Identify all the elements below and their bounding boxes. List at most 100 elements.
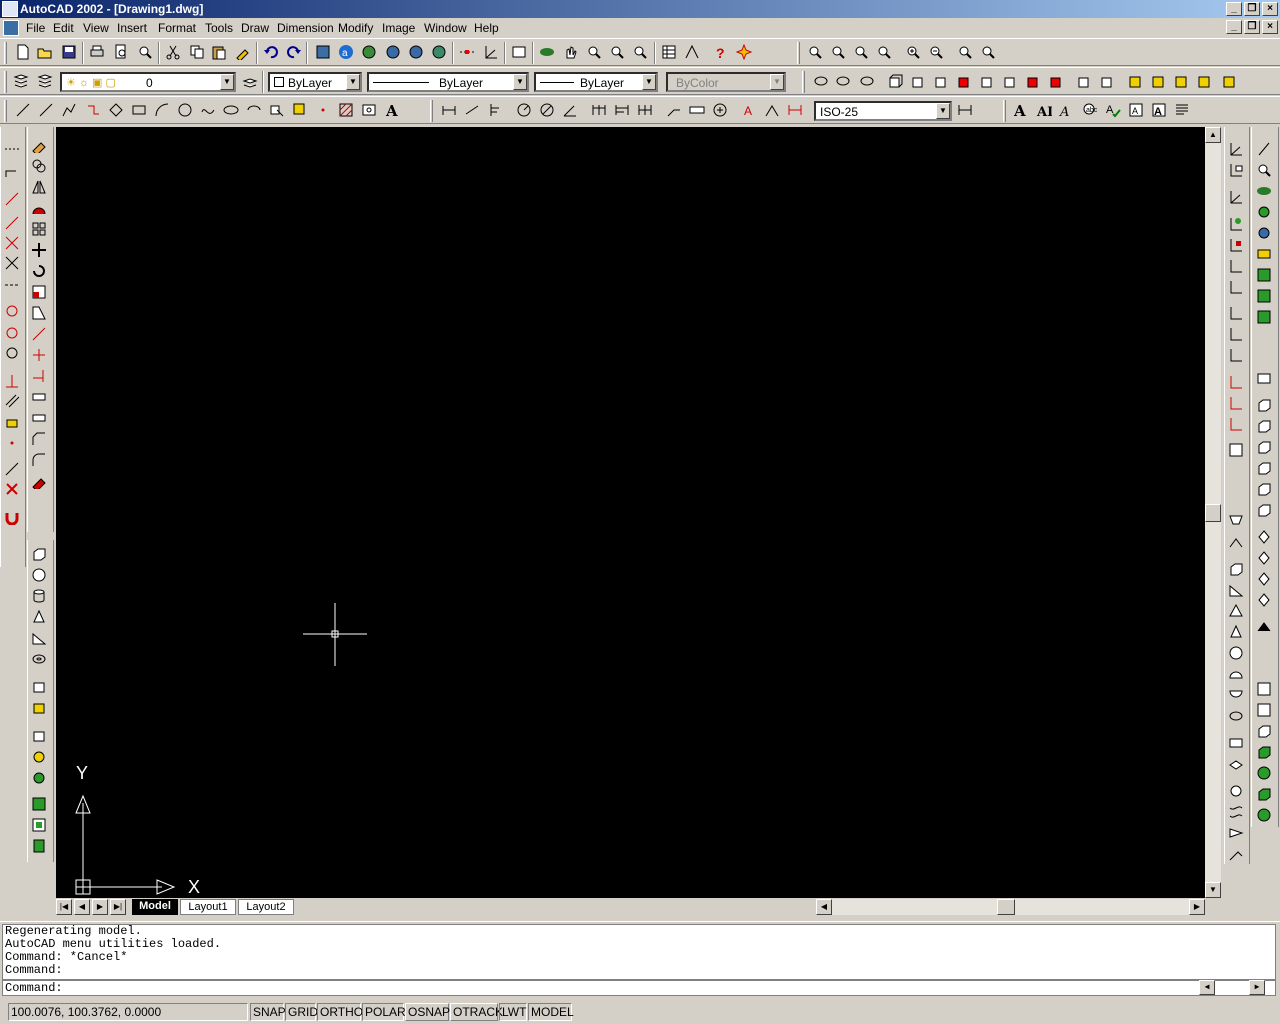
snap-none-icon[interactable] (4, 481, 22, 499)
ucs-y-icon[interactable] (1228, 347, 1246, 365)
snap-node-icon[interactable] (4, 435, 22, 453)
surface-dish-icon[interactable] (1228, 687, 1246, 705)
orbit-icon[interactable] (812, 72, 830, 90)
ucs-z-rotate-icon[interactable] (1228, 374, 1246, 392)
chevron-down-icon[interactable]: ▼ (936, 103, 950, 119)
break-at-point-icon[interactable] (31, 410, 49, 428)
zoom-scale-icon[interactable] (852, 43, 870, 61)
web-point-b-icon[interactable] (407, 43, 425, 61)
save-icon[interactable] (60, 43, 78, 61)
dimension-style-icon[interactable] (956, 101, 974, 119)
view-ne-iso-icon[interactable] (1075, 72, 1093, 90)
realtime-pan-icon[interactable] (538, 43, 556, 61)
menu-draw[interactable]: Draw (241, 21, 269, 35)
view-sw-iso-icon[interactable] (1024, 72, 1042, 90)
lengthen-icon[interactable] (31, 326, 49, 344)
snap-apparent-intersection-icon[interactable] (4, 255, 22, 273)
erase-icon[interactable] (31, 137, 49, 156)
scroll-right-arrow[interactable]: ▶ (1189, 899, 1205, 915)
snap-midpoint-icon[interactable] (4, 215, 22, 233)
clean-icon[interactable] (1256, 702, 1274, 720)
ellipse-icon[interactable] (222, 101, 240, 119)
ucs-face-icon[interactable] (1228, 216, 1246, 234)
union-icon[interactable] (1256, 370, 1274, 388)
multiline-text-icon[interactable]: A (383, 101, 401, 119)
snap-nearest-icon[interactable] (4, 461, 22, 479)
rect-icon[interactable] (130, 101, 148, 119)
model-toggle[interactable]: MODEL (528, 1003, 574, 1021)
web-browse-icon[interactable] (360, 43, 378, 61)
view-nw-iso-icon[interactable] (1098, 72, 1116, 90)
scale-icon[interactable] (31, 284, 49, 302)
chamfer-icon[interactable] (31, 431, 49, 449)
fillet-icon[interactable] (31, 452, 49, 470)
toolbar-grip[interactable] (430, 100, 433, 122)
orbit-free-icon[interactable] (858, 72, 876, 90)
osnap-toggle[interactable]: OSNAP (405, 1003, 450, 1021)
mapping-icon[interactable] (1256, 267, 1274, 285)
design-center-toggle-icon[interactable] (683, 43, 701, 61)
rotate-icon[interactable] (31, 263, 49, 281)
view-right-icon[interactable] (955, 72, 973, 90)
surface-torus-icon[interactable] (1228, 708, 1246, 726)
surface-pyramid-icon[interactable] (1228, 603, 1246, 621)
otrack-toggle[interactable]: OTRACK (450, 1003, 503, 1021)
menu-file[interactable]: File (26, 21, 45, 35)
menu-modify[interactable]: Modify (338, 21, 373, 35)
surface-cone-icon[interactable] (1228, 624, 1246, 642)
move-faces-icon[interactable] (1256, 460, 1274, 478)
intersect-icon[interactable] (1256, 418, 1274, 436)
copy-faces-icon[interactable] (1256, 571, 1274, 589)
trim-icon[interactable] (31, 347, 49, 365)
layer-manager-icon[interactable] (12, 72, 30, 90)
print-preview-icon[interactable] (112, 43, 130, 61)
scroll-down-arrow[interactable]: ▼ (1205, 882, 1221, 898)
ordinate-dimension-icon[interactable] (486, 101, 504, 119)
stretch-icon[interactable] (31, 305, 49, 323)
drawing-canvas[interactable]: Y X (56, 127, 1205, 898)
shade-gouraud-icon[interactable] (1149, 72, 1167, 90)
menu-insert[interactable]: Insert (117, 21, 147, 35)
copy-object-icon[interactable] (31, 158, 49, 176)
imprint-icon[interactable] (1256, 681, 1274, 699)
zoom-all-icon[interactable] (956, 43, 974, 61)
dimension-edit-icon[interactable]: A (740, 101, 758, 119)
zoom-realtime-icon[interactable] (585, 43, 603, 61)
surface-box-icon[interactable] (1228, 561, 1246, 579)
lights-icon[interactable] (1256, 204, 1274, 222)
vertical-scrollbar[interactable]: ▲ ▼ (1205, 127, 1221, 898)
ucs-object-icon[interactable] (1228, 189, 1246, 207)
materials-icon[interactable] (1256, 225, 1274, 243)
offset-icon[interactable] (31, 200, 49, 218)
surface-edge-icon[interactable] (1228, 825, 1246, 843)
scale-text-icon[interactable]: A (1150, 101, 1168, 119)
text-style-icon[interactable]: A (1127, 101, 1145, 119)
ucs-x-icon[interactable] (1228, 326, 1246, 344)
snap-parallel-icon[interactable] (4, 393, 22, 411)
region-icon[interactable] (360, 101, 378, 119)
cmd-scroll-right[interactable]: ▶ (1249, 980, 1265, 995)
tab-prev-arrow[interactable]: ◀ (74, 899, 90, 915)
ucs-icon-btn[interactable] (1228, 141, 1246, 159)
toolbar-grip[interactable] (4, 100, 7, 122)
taper-faces-icon[interactable] (1256, 550, 1274, 568)
snap-intersection-icon[interactable] (4, 235, 22, 253)
tab-first-arrow[interactable]: |◀ (56, 899, 72, 915)
wedge-icon[interactable] (31, 630, 49, 648)
extend-icon[interactable] (31, 368, 49, 386)
surface-edit-icon[interactable] (1228, 846, 1246, 864)
menu-format[interactable]: Format (158, 21, 196, 35)
zoom-out-icon[interactable] (927, 43, 945, 61)
snap-endpoint-icon[interactable] (4, 191, 22, 209)
command-input[interactable]: Command: ◀ ▶ (2, 980, 1276, 996)
aligned-dimension-icon[interactable] (463, 101, 481, 119)
color-select[interactable]: ByLayer ▼ (268, 72, 362, 92)
properties-icon[interactable] (660, 43, 678, 61)
menu-help[interactable]: Help (474, 21, 499, 35)
setup-view-icon[interactable] (31, 817, 49, 835)
ucs-z-rotate2-icon[interactable] (1228, 416, 1246, 434)
color-edges-icon[interactable] (1256, 619, 1274, 637)
zoom-in-icon[interactable] (904, 43, 922, 61)
find-replace-icon[interactable]: abc (1081, 101, 1099, 119)
box-icon[interactable] (31, 546, 49, 564)
